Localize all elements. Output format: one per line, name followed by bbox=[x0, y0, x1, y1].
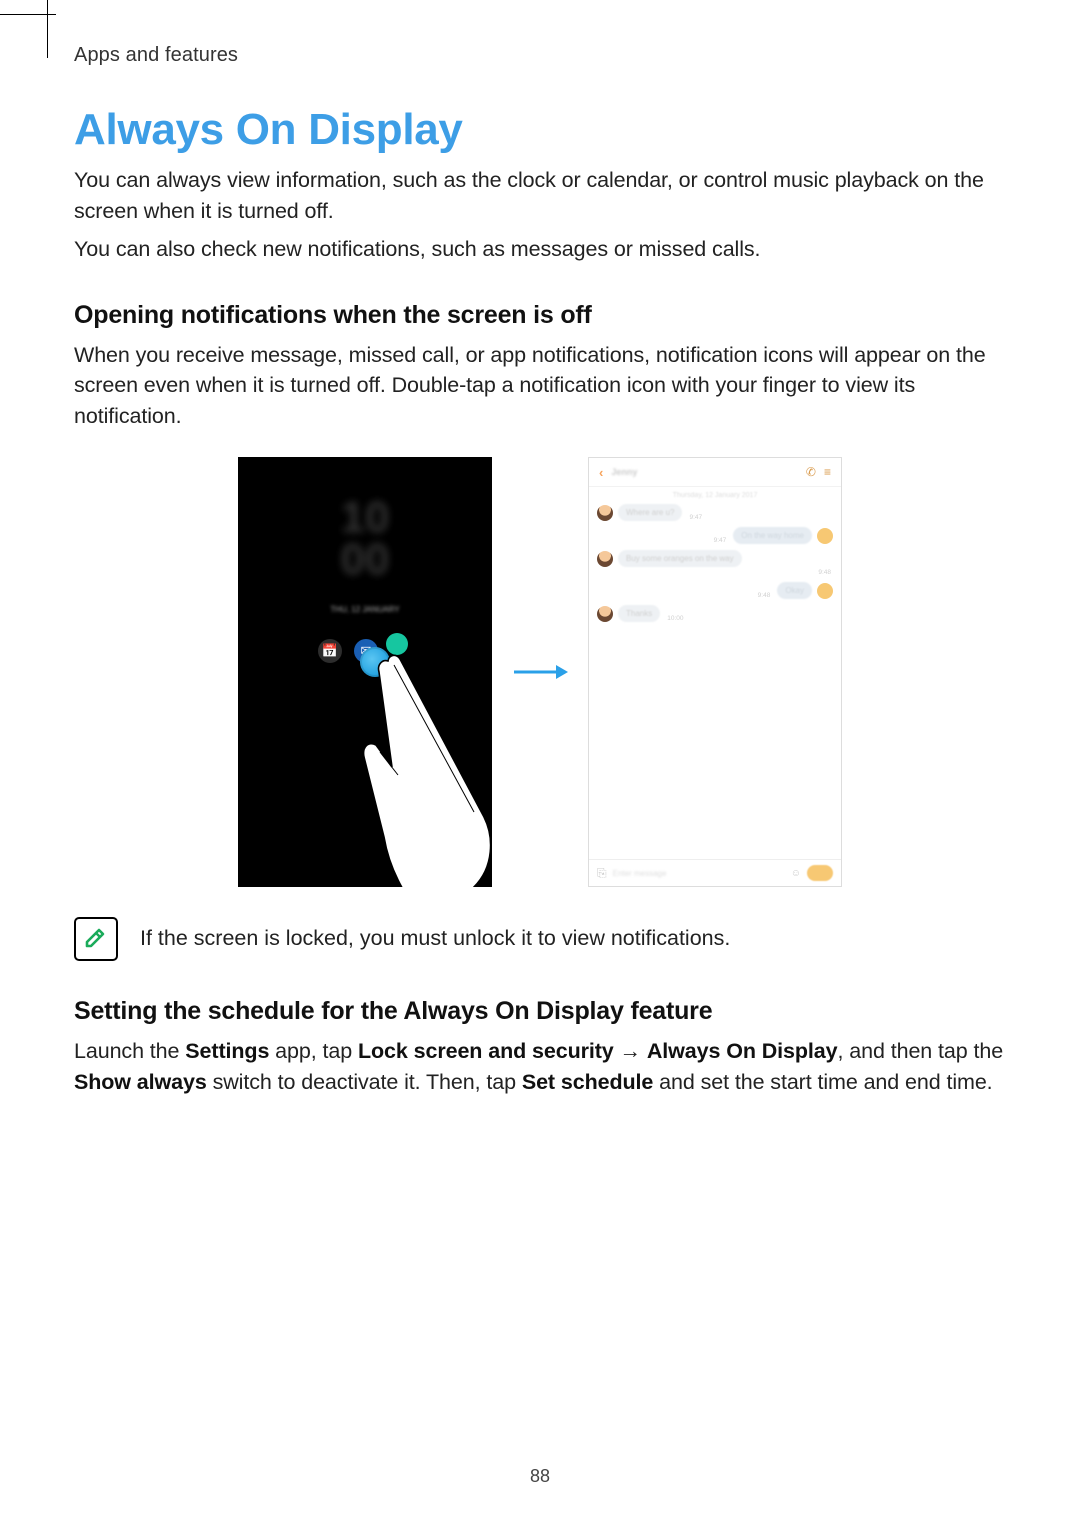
note-text: If the screen is locked, you must unlock… bbox=[140, 915, 730, 953]
send-button bbox=[807, 865, 833, 881]
note-callout: If the screen is locked, you must unlock… bbox=[74, 915, 1006, 961]
message-in-3: Thanks 10:00 bbox=[597, 605, 833, 622]
chat-date: Thursday, 12 January 2017 bbox=[589, 487, 841, 504]
page-number: 88 bbox=[530, 1466, 550, 1487]
aod-clock-hours: 10 bbox=[341, 497, 390, 539]
avatar-icon bbox=[597, 606, 613, 622]
phone-icon: ✆ bbox=[806, 465, 816, 479]
text-segment: switch to deactivate it. Then, tap bbox=[207, 1070, 522, 1094]
chat-contact-name: Jenny bbox=[611, 467, 798, 477]
avatar-icon bbox=[817, 528, 833, 544]
text-segment: app, tap bbox=[269, 1039, 358, 1063]
back-icon: ‹ bbox=[599, 465, 603, 480]
section-body-notifications: When you receive message, missed call, o… bbox=[74, 340, 1006, 432]
bold-lockscreen: Lock screen and security bbox=[358, 1039, 614, 1063]
bold-setschedule: Set schedule bbox=[522, 1070, 653, 1094]
bold-aod: Always On Display bbox=[647, 1039, 838, 1063]
aod-date: THU, 12 JANUARY bbox=[330, 605, 399, 614]
calendar-icon: 📅 bbox=[318, 639, 342, 663]
text-segment: Launch the bbox=[74, 1039, 185, 1063]
aod-clock-minutes: 00 bbox=[341, 539, 390, 581]
message-text: On the way home bbox=[733, 527, 812, 544]
section-heading-schedule: Setting the schedule for the Always On D… bbox=[74, 997, 1006, 1026]
text-segment: and set the start time and end time. bbox=[653, 1070, 992, 1094]
illustration-row: 10 00 THU, 12 JANUARY 📅 ✉ ‹ bbox=[74, 457, 1006, 887]
section-body-schedule: Launch the Settings app, tap Lock screen… bbox=[74, 1036, 1006, 1097]
message-text: Okay bbox=[777, 582, 812, 599]
bold-settings: Settings bbox=[185, 1039, 269, 1063]
message-time: 9:47 bbox=[687, 514, 704, 521]
message-time: 9:48 bbox=[756, 592, 773, 599]
aod-screen-illustration: 10 00 THU, 12 JANUARY 📅 ✉ bbox=[238, 457, 492, 887]
crop-marks bbox=[0, 0, 60, 60]
hand-pointer-illustration bbox=[344, 637, 492, 887]
message-in-1: Where are u? 9:47 bbox=[597, 504, 833, 521]
message-in-2: Buy some oranges on the way bbox=[597, 550, 833, 567]
emoji-icon: ☺ bbox=[791, 868, 801, 879]
menu-icon: ≡ bbox=[824, 465, 831, 479]
message-time: 10:00 bbox=[665, 615, 685, 622]
arrow-right-icon bbox=[512, 662, 568, 682]
attach-icon: ⎘ bbox=[597, 866, 607, 881]
text-segment: , and then tap the bbox=[838, 1039, 1004, 1063]
arrow-text: → bbox=[614, 1039, 647, 1063]
message-text: Buy some oranges on the way bbox=[618, 550, 742, 567]
intro-paragraph-1: You can always view information, such as… bbox=[74, 165, 1006, 226]
chat-body: Where are u? 9:47 9:47 On the way home B… bbox=[589, 504, 841, 859]
chat-header: ‹ Jenny ✆ ≡ bbox=[589, 458, 841, 487]
input-placeholder: Enter message bbox=[613, 869, 785, 878]
chat-input-bar: ⎘ Enter message ☺ bbox=[589, 859, 841, 886]
page-title: Always On Display bbox=[74, 105, 1006, 155]
aod-clock: 10 00 bbox=[341, 497, 390, 581]
avatar-icon bbox=[597, 505, 613, 521]
messaging-screen-illustration: ‹ Jenny ✆ ≡ Thursday, 12 January 2017 Wh… bbox=[588, 457, 842, 887]
message-out-1: 9:47 On the way home bbox=[597, 527, 833, 544]
message-text: Where are u? bbox=[618, 504, 682, 521]
message-time: 9:48 bbox=[816, 569, 833, 576]
breadcrumb: Apps and features bbox=[74, 44, 1006, 67]
avatar-icon bbox=[817, 583, 833, 599]
message-out-1-time: 9:48 bbox=[597, 569, 833, 576]
intro-paragraph-2: You can also check new notifications, su… bbox=[74, 234, 1006, 265]
message-text: Thanks bbox=[618, 605, 660, 622]
message-out-2: 9:48 Okay bbox=[597, 582, 833, 599]
bold-showalways: Show always bbox=[74, 1070, 207, 1094]
section-heading-notifications: Opening notifications when the screen is… bbox=[74, 301, 1006, 330]
note-pencil-icon bbox=[74, 917, 118, 961]
avatar-icon bbox=[597, 551, 613, 567]
message-time: 9:47 bbox=[712, 537, 729, 544]
